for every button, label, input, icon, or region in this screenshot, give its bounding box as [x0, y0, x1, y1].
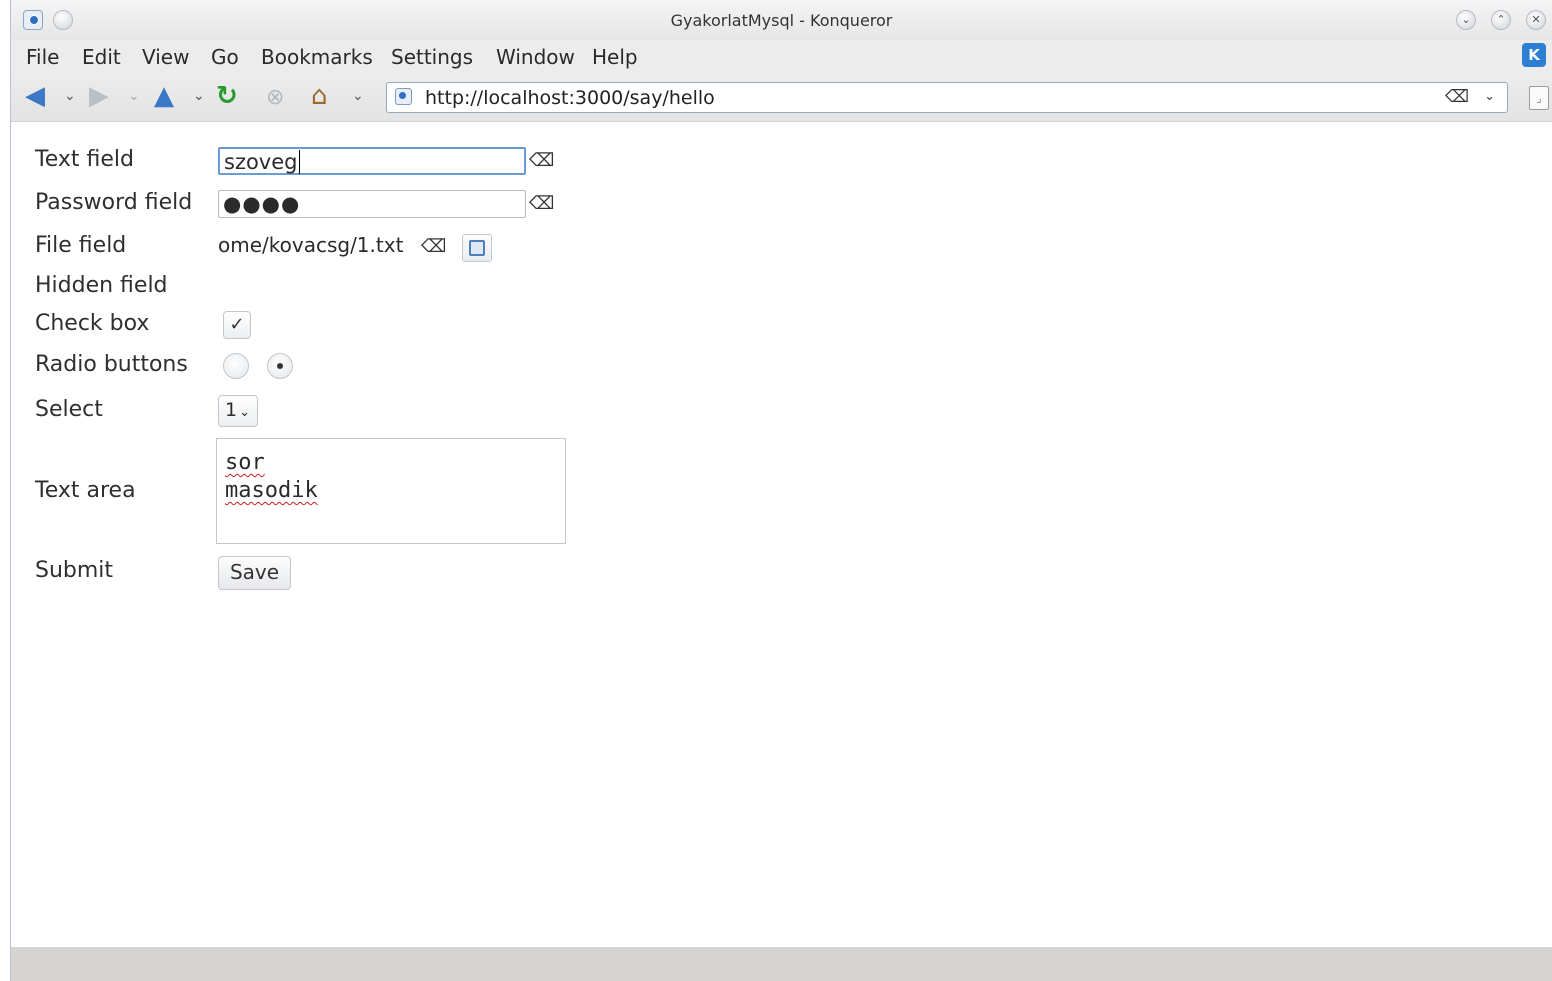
checkmark-icon: ✓: [229, 314, 245, 335]
forward-history-chevron-icon[interactable]: ⌄: [128, 88, 140, 104]
menu-view[interactable]: View: [142, 45, 189, 69]
select-dropdown[interactable]: 1 ⌄: [218, 395, 258, 427]
chevron-up-icon: ⌃: [1496, 13, 1506, 26]
checkbox[interactable]: ✓: [223, 311, 251, 339]
password-field-label: Password field: [35, 190, 193, 215]
back-arrow-icon[interactable]: ◀: [25, 81, 45, 111]
text-field-label: Text field: [35, 147, 134, 172]
window-left-border: [0, 0, 11, 981]
page-favicon-icon: [395, 88, 412, 105]
select-label: Select: [35, 397, 103, 422]
sidebar-toggle-icon[interactable]: ⌟: [1529, 86, 1549, 110]
close-button[interactable]: ✕: [1526, 10, 1546, 30]
navigation-toolbar: ◀ ⌄ ▶ ⌄ ▲ ⌄ ↻ ⊗ ⌂ ⌄ http://localhost:300…: [11, 74, 1552, 122]
kde-logo-icon: K: [1522, 43, 1546, 67]
status-bar: [11, 947, 1552, 981]
chevron-down-icon: ⌄: [1461, 13, 1471, 26]
password-input[interactable]: ●●●●: [218, 190, 526, 218]
clear-password-icon[interactable]: ⌫: [529, 193, 554, 214]
menu-settings[interactable]: Settings: [391, 45, 473, 69]
up-history-chevron-icon[interactable]: ⌄: [193, 88, 205, 104]
home-chevron-icon[interactable]: ⌄: [352, 88, 364, 104]
radio-buttons-label: Radio buttons: [35, 352, 188, 377]
menu-file[interactable]: File: [26, 45, 59, 69]
submit-label: Submit: [35, 558, 114, 583]
file-path-value: ome/kovacsg/1.txt: [218, 233, 404, 257]
password-input-value: ●●●●: [223, 192, 301, 216]
text-input[interactable]: szoveg: [218, 147, 526, 175]
radio-button-2[interactable]: [267, 353, 293, 379]
textarea-label: Text area: [35, 478, 136, 503]
menu-help[interactable]: Help: [592, 45, 638, 69]
clear-url-icon[interactable]: ⌫: [1445, 87, 1469, 107]
menu-bar: File Edit View Go Bookmarks Settings Win…: [11, 40, 1552, 74]
save-button[interactable]: Save: [218, 556, 291, 590]
clear-file-icon[interactable]: ⌫: [421, 236, 446, 257]
home-icon[interactable]: ⌂: [311, 81, 328, 111]
back-history-chevron-icon[interactable]: ⌄: [64, 88, 76, 104]
url-history-chevron-icon[interactable]: ⌄: [1484, 89, 1495, 104]
minimize-button[interactable]: ⌄: [1456, 10, 1476, 30]
browse-file-icon[interactable]: [462, 234, 492, 262]
checkbox-label: Check box: [35, 311, 150, 336]
forward-arrow-icon[interactable]: ▶: [89, 81, 109, 111]
url-bar[interactable]: http://localhost:3000/say/hello ⌫ ⌄: [386, 82, 1508, 113]
menu-edit[interactable]: Edit: [82, 45, 121, 69]
title-bar: GyakorlatMysql - Konqueror ⌄ ⌃ ✕: [11, 0, 1552, 40]
menu-go[interactable]: Go: [211, 45, 239, 69]
hidden-field-label: Hidden field: [35, 273, 168, 298]
select-value: 1: [225, 399, 238, 421]
textarea-line-2: masodik: [225, 478, 318, 503]
textarea[interactable]: sor masodik: [216, 438, 566, 544]
radio-button-1[interactable]: [223, 353, 249, 379]
stop-icon[interactable]: ⊗: [266, 83, 284, 113]
window-title: GyakorlatMysql - Konqueror: [670, 11, 893, 30]
menu-window[interactable]: Window: [496, 45, 575, 69]
text-input-value: szoveg: [224, 150, 298, 174]
clear-text-icon[interactable]: ⌫: [529, 150, 554, 171]
file-path-input[interactable]: ome/kovacsg/1.txt: [218, 233, 421, 261]
file-field-label: File field: [35, 233, 127, 258]
text-cursor: [298, 150, 300, 174]
menu-bookmarks[interactable]: Bookmarks: [261, 45, 373, 69]
chevron-down-icon: ⌄: [239, 405, 250, 420]
close-icon: ✕: [1531, 13, 1541, 26]
reload-icon[interactable]: ↻: [216, 81, 238, 111]
url-text[interactable]: http://localhost:3000/say/hello: [425, 87, 715, 109]
maximize-button[interactable]: ⌃: [1491, 10, 1511, 30]
textarea-line-1: sor: [225, 450, 265, 475]
up-arrow-icon[interactable]: ▲: [154, 81, 174, 111]
